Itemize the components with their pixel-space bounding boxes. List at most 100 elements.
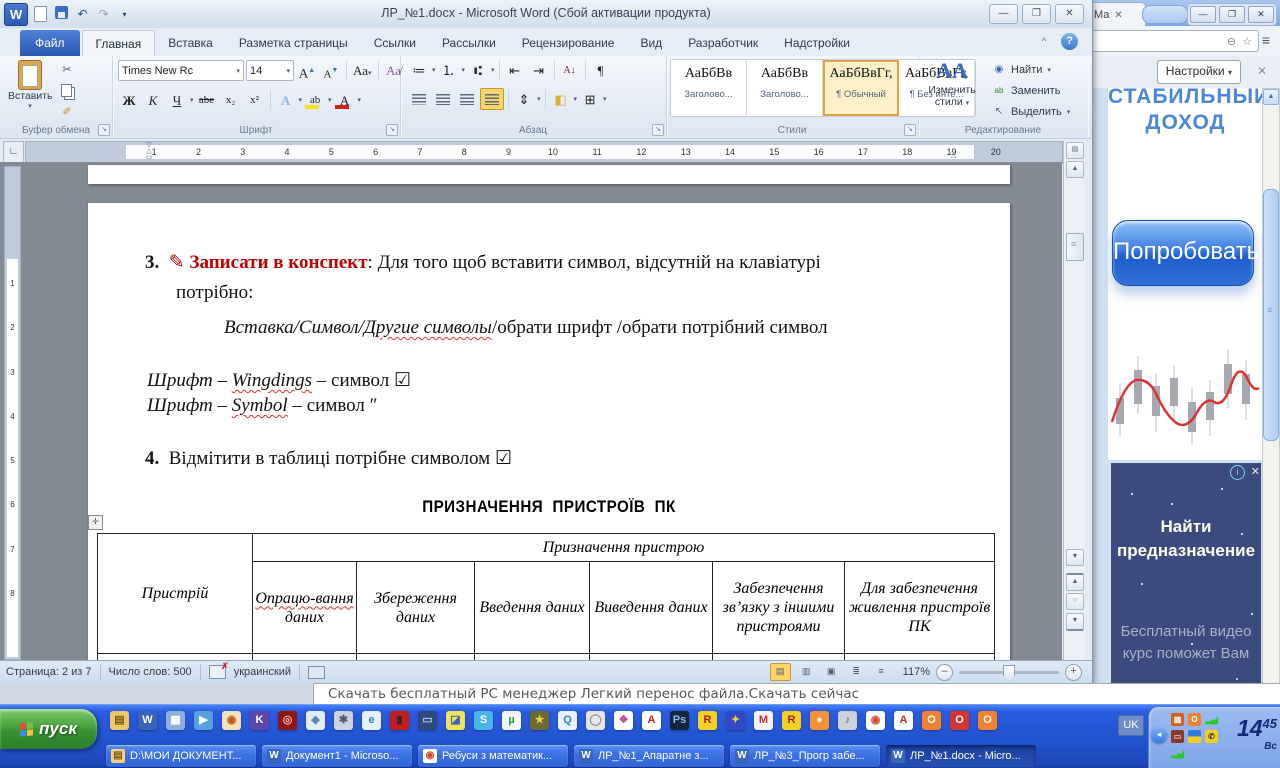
quick-launch-icon[interactable]: O [978,711,997,730]
ribbon-tab[interactable]: Разработчик [675,30,771,56]
multilevel-list-icon[interactable]: ⑆ [467,61,489,80]
quick-launch-icon[interactable]: ❖ [614,711,633,730]
quick-launch-icon[interactable]: ✱ [334,711,353,730]
select-button[interactable]: ↖ Выделить▾ [992,103,1070,120]
shading-icon[interactable]: ◧ [550,90,572,109]
pilcrow-icon[interactable]: ¶ [590,61,612,80]
word-count[interactable]: Число слов: 500 [109,666,192,678]
ribbon-tab[interactable]: Вставка [155,30,226,56]
quick-launch-icon[interactable]: ◪ [446,711,465,730]
tab-close-icon[interactable]: ✕ [1114,10,1122,21]
dialog-launcher-icon[interactable]: ↘ [98,124,110,136]
taskbar-window-button[interactable]: W ЛР_№1.docx - Micro... [886,745,1036,767]
quick-launch-icon[interactable]: ▭ [418,711,437,730]
tray-icon[interactable]: ▂▄▆ [1171,747,1184,760]
sort-icon[interactable]: А↓ [559,61,581,80]
quick-launch-icon[interactable]: ▶ [194,711,213,730]
quick-launch-icon[interactable]: ◎ [278,711,297,730]
quick-launch-icon[interactable]: ▮ [390,711,409,730]
taskbar-window-button[interactable]: W Документ1 - Microso... [262,745,412,767]
quick-launch-icon[interactable]: А [894,711,913,730]
change-styles-button[interactable]: АА Изменитьстили ▾ [920,58,984,108]
devices-table[interactable]: Пристрій Призначення пристрою Опрацю-ван… [97,533,995,660]
page-indicator[interactable]: Страница: 2 из 7 [6,666,92,678]
borders-icon[interactable]: ⊞ [579,90,601,109]
table-move-handle-icon[interactable]: ✛ [88,515,103,530]
scroll-up-icon[interactable]: ▲ [1066,161,1084,178]
quick-launch-icon[interactable]: R [698,711,717,730]
ad-settings-button[interactable]: Настройки ▾ [1157,60,1241,84]
dialog-launcher-icon[interactable]: ↘ [386,124,398,136]
scroll-down-icon[interactable]: ▼ [1066,549,1084,566]
format-painter-icon[interactable]: ✐ [58,104,76,120]
quick-launch-icon[interactable]: ● [810,711,829,730]
underline-button[interactable]: Ч [166,91,188,110]
dialog-launcher-icon[interactable]: ↘ [904,124,916,136]
word-scrollbar-thumb[interactable] [1066,233,1084,261]
quick-launch-icon[interactable]: O [922,711,941,730]
browser-tab[interactable]: Ма ✕ [1088,2,1146,27]
indent-marker-left[interactable]: ▽△▭ [143,143,155,161]
ribbon-tab[interactable]: Разметка страницы [226,30,361,56]
cut-icon[interactable]: ✂ [58,62,76,78]
help-icon[interactable]: ? [1061,33,1078,50]
taskbar-window-button[interactable]: ▤ D:\МОИ ДОКУМЕНТ... [106,745,256,767]
superscript-button[interactable]: x² [244,91,266,110]
browser-scrollbar[interactable]: ▲ ▼ [1262,88,1280,704]
shrink-font-button[interactable]: А▼ [320,61,342,80]
tray-collapse-icon[interactable]: ◂ [1151,727,1167,743]
next-page-button[interactable]: ▼ [1066,613,1084,631]
start-button[interactable]: пуск [0,709,97,749]
try-button[interactable]: Попробовать [1112,220,1254,286]
grow-font-button[interactable]: А▲ [296,61,318,80]
align-center-button[interactable] [432,89,454,109]
ribbon-collapse-icon[interactable]: ^ [1036,34,1052,49]
ribbon-tab[interactable]: Файл [20,30,80,56]
language-indicator[interactable]: украинский [234,666,291,678]
title-bar[interactable]: W ↶ ↷ ▾ ЛР_№1.docx - Microsoft Word (Сбо… [0,0,1092,29]
quick-launch-icon[interactable]: ◯ [586,711,605,730]
tray-clock[interactable]: 1445 Вс [1237,717,1277,752]
font-color-button[interactable]: А [334,91,356,110]
paste-button[interactable]: Вставить ▾ [8,60,52,120]
dialog-launcher-icon[interactable]: ↘ [652,124,664,136]
tray-icon[interactable]: O [1188,713,1201,726]
quick-launch-icon[interactable]: O [950,711,969,730]
ribbon-tab[interactable]: Рассылки [429,30,509,56]
web-layout-view-button[interactable]: ▣ [822,664,841,680]
quick-launch-icon[interactable]: e [362,711,381,730]
scroll-up-icon[interactable]: ▲ [1263,89,1279,105]
ruler-toggle-button[interactable]: ▤ [1066,142,1084,159]
macro-record-icon[interactable] [308,666,325,679]
ad-info-icon[interactable]: i [1230,465,1245,480]
indent-marker-right[interactable]: △ [951,151,956,159]
tray-icon[interactable]: ▨ [1171,713,1184,726]
quick-launch-icon[interactable]: R [782,711,801,730]
spellcheck-icon[interactable] [209,665,226,679]
quick-launch-icon[interactable]: ★ [530,711,549,730]
increase-indent-icon[interactable]: ⇥ [528,61,550,80]
close-button[interactable]: ✕ [1055,4,1084,24]
ad-banner[interactable]: Скачать бесплатный PC менеджер Легкий пе… [313,683,1280,704]
zoom-out-button[interactable]: – [936,664,953,681]
reading-view-button[interactable]: ▥ [797,664,816,680]
highlight-button[interactable]: ab [304,91,326,110]
draft-view-button[interactable]: ≡ [872,664,891,680]
quick-launch-icon[interactable]: ▦ [166,711,185,730]
horizontal-ruler[interactable]: 1234567891011121314151617181920 ▽△▭ △ [25,141,1063,164]
zoom-level[interactable]: 117% [903,666,930,678]
line-spacing-icon[interactable]: ⇕ [513,90,535,109]
new-tab-button[interactable] [1142,5,1188,24]
ribbon-tab[interactable]: Вид [627,30,675,56]
align-right-button[interactable] [456,89,478,109]
document-area[interactable]: 12345678 3. ✎ Записати в конспект: Для т… [0,162,1062,660]
bold-button[interactable]: Ж [118,91,140,110]
quick-launch-icon[interactable]: ▤ [110,711,129,730]
numbering-icon[interactable]: ⒈ [438,61,460,80]
change-case-button[interactable]: Аа▾ [351,61,374,80]
quick-launch-icon[interactable]: S [474,711,493,730]
quick-launch-icon[interactable]: Ps [670,711,689,730]
page-2[interactable]: 3. ✎ Записати в конспект: Для того щоб в… [88,203,1010,660]
style-tile[interactable]: АаБбВв Заголово... [747,60,823,116]
ribbon-tab[interactable]: Главная [82,30,156,56]
